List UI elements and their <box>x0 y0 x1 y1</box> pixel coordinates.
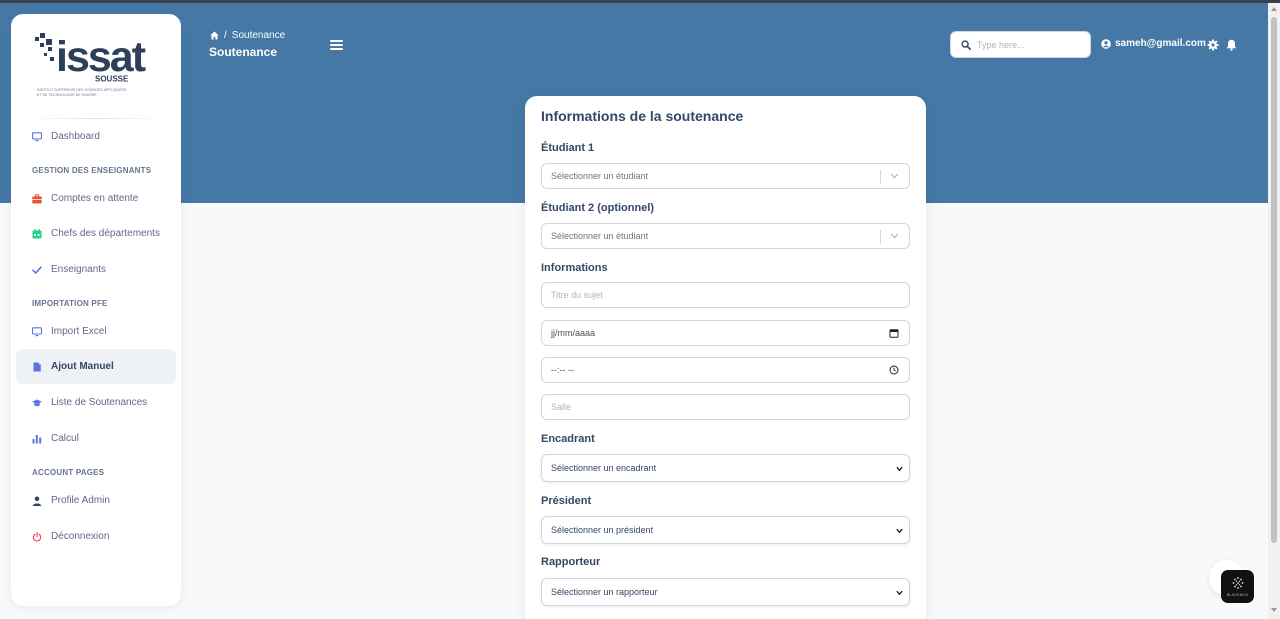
president-label: Président <box>541 495 592 507</box>
nav-comptes-en-attente[interactable]: Comptes en attente <box>16 181 176 216</box>
informations-label: Informations <box>541 262 608 274</box>
encadrant-select[interactable]: Sélectionner un encadrant <box>541 454 910 482</box>
nav-calcul[interactable]: Calcul <box>16 421 176 456</box>
rapporteur-label: Rapporteur <box>541 556 601 568</box>
etudiant1-select-value: Sélectionner un étudiant <box>551 171 649 181</box>
search-box[interactable] <box>950 31 1091 58</box>
time-value: --:-- -- <box>551 365 574 375</box>
bar-chart-icon <box>32 434 42 444</box>
svg-text:ET DE TECHNOLOGIE DE SOUSSE: ET DE TECHNOLOGIE DE SOUSSE <box>37 93 97 97</box>
scroll-up-arrow-icon[interactable] <box>1271 7 1277 11</box>
encadrant-label: Encadrant <box>541 433 595 445</box>
nav-dashboard[interactable]: Dashboard <box>16 119 176 154</box>
section-importation-pfe: IMPORTATION PFE <box>32 299 108 308</box>
etudiant2-select[interactable]: Sélectionner un étudiant <box>541 223 910 249</box>
nav-import-excel-label: Import Excel <box>51 326 107 337</box>
president-select[interactable]: Sélectionner un président <box>541 516 910 544</box>
svg-text:SOUSSE: SOUSSE <box>95 75 129 84</box>
nav-chefs-label: Chefs des départements <box>51 228 160 239</box>
section-gestion-enseignants: GESTION DES ENSEIGNANTS <box>32 166 152 175</box>
rapporteur-select[interactable]: Sélectionner un rapporteur <box>541 578 910 606</box>
scroll-down-arrow-icon[interactable] <box>1271 608 1277 612</box>
scroll-thumb[interactable] <box>1271 17 1277 543</box>
user-menu[interactable]: sameh@gmail.com <box>1101 38 1206 49</box>
etudiant2-select-value: Sélectionner un étudiant <box>551 231 649 241</box>
nav-calcul-label: Calcul <box>51 433 79 444</box>
gear-icon[interactable] <box>1207 39 1219 51</box>
document-icon <box>32 362 42 372</box>
nav-import-excel[interactable]: Import Excel <box>16 314 176 349</box>
nav-dashboard-label: Dashboard <box>51 131 100 142</box>
nav-chefs-departements[interactable]: Chefs des départements <box>16 216 176 251</box>
graduation-cap-icon <box>32 398 42 408</box>
nav-deconnexion-label: Déconnexion <box>51 531 110 542</box>
etudiant1-label: Étudiant 1 <box>541 142 595 154</box>
titre-sujet-input[interactable]: Titre du sujet <box>541 282 910 308</box>
chevron-down-icon <box>890 233 899 239</box>
power-icon <box>32 531 42 542</box>
chevron-down-icon <box>896 528 903 534</box>
etudiant2-label: Étudiant 2 (optionnel) <box>541 202 655 214</box>
home-icon[interactable] <box>210 31 219 40</box>
blackbox-button[interactable]: BLACKBOX <box>1221 570 1254 603</box>
svg-text:INSTITUT SUPÉRIEUR DES SCIENCE: INSTITUT SUPÉRIEUR DES SCIENCES APPLIQUÉ… <box>37 87 127 92</box>
calendar-icon[interactable] <box>889 328 899 338</box>
nav-enseignants[interactable]: Enseignants <box>16 252 176 287</box>
president-select-value: Sélectionner un président <box>551 525 654 535</box>
salle-input[interactable]: Salle <box>541 394 910 420</box>
search-input[interactable] <box>977 39 1082 50</box>
chevron-down-icon <box>896 590 903 596</box>
nav-comptes-label: Comptes en attente <box>51 193 139 204</box>
date-input[interactable]: jj/mm/aaaa <box>541 320 910 346</box>
nav-enseignants-label: Enseignants <box>51 264 107 275</box>
nav-liste-soutenances[interactable]: Liste de Soutenances <box>16 385 176 420</box>
clock-icon[interactable] <box>889 365 899 375</box>
section-account-pages: ACCOUNT PAGES <box>32 468 105 477</box>
form-title: Informations de la soutenance <box>541 108 744 124</box>
nav-ajout-manuel[interactable]: Ajout Manuel <box>16 349 176 384</box>
etudiant1-select[interactable]: Sélectionner un étudiant <box>541 163 910 189</box>
briefcase-icon <box>32 193 42 204</box>
nav-profile-admin[interactable]: Profile Admin <box>16 483 176 518</box>
calendar-icon <box>32 228 42 239</box>
bell-icon[interactable] <box>1226 39 1237 51</box>
nav-liste-label: Liste de Soutenances <box>51 397 148 408</box>
breadcrumb: / Soutenance <box>210 30 285 41</box>
select-separator <box>880 170 881 184</box>
user-email: sameh@gmail.com <box>1115 38 1206 49</box>
nav-profile-label: Profile Admin <box>51 495 110 506</box>
select-separator <box>880 230 881 244</box>
time-input[interactable]: --:-- -- <box>541 357 910 383</box>
chevron-down-icon <box>890 173 899 179</box>
monitor-icon <box>32 326 42 337</box>
sidebar: issat SOUSSE INSTITUT SUPÉRIEUR DES SCIE… <box>11 14 181 606</box>
blackbox-logo-icon <box>1232 577 1243 589</box>
nav-deconnexion[interactable]: Déconnexion <box>16 519 176 554</box>
hamburger-icon[interactable] <box>330 40 343 50</box>
encadrant-select-value: Sélectionner un encadrant <box>551 463 657 473</box>
date-value: jj/mm/aaaa <box>551 328 596 338</box>
check-icon <box>32 265 42 275</box>
monitor-icon <box>32 131 42 142</box>
soutenance-form-card: Informations de la soutenance Étudiant 1… <box>525 96 926 619</box>
issat-logo: issat SOUSSE INSTITUT SUPÉRIEUR DES SCIE… <box>35 33 148 97</box>
page-scrollbar[interactable] <box>1268 3 1280 619</box>
user-icon <box>32 496 42 506</box>
blackbox-label: BLACKBOX <box>1226 592 1249 597</box>
nav-ajout-manuel-label: Ajout Manuel <box>51 361 114 372</box>
chevron-down-icon <box>896 466 903 472</box>
page-title: Soutenance <box>209 45 278 59</box>
breadcrumb-separator: / <box>224 30 227 41</box>
search-icon <box>961 39 971 50</box>
breadcrumb-current: Soutenance <box>231 30 286 41</box>
user-circle-icon <box>1101 38 1111 49</box>
rapporteur-select-value: Sélectionner un rapporteur <box>551 587 658 597</box>
